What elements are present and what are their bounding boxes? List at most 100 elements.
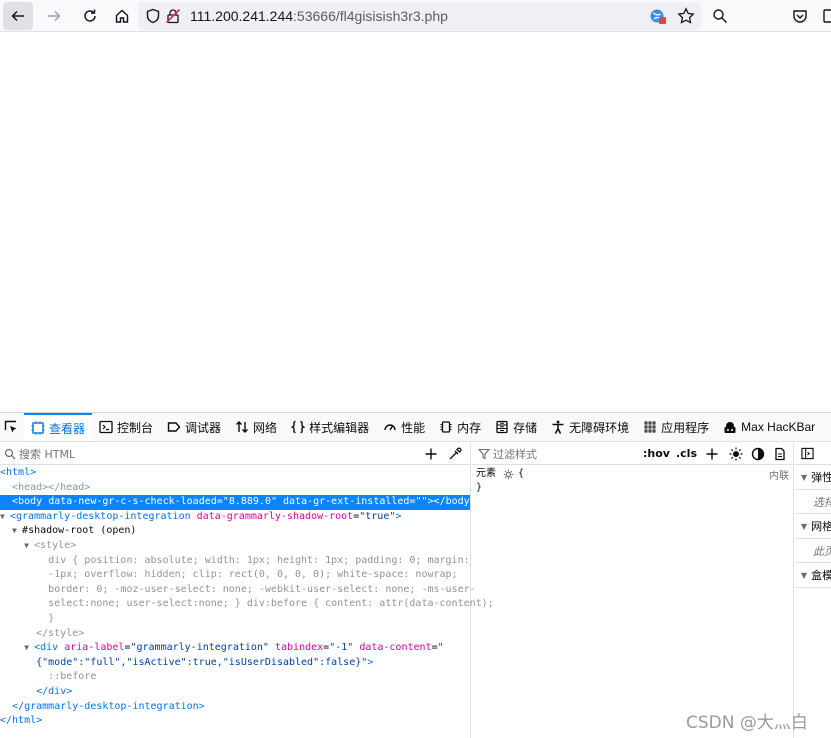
markup-search-row: 搜索 HTML xyxy=(0,443,470,465)
window-icon[interactable] xyxy=(822,8,831,24)
application-icon xyxy=(644,421,656,433)
search-icon xyxy=(4,448,16,459)
sidebar-toggle-icon[interactable] xyxy=(801,447,814,460)
markup-node[interactable]: -1px; overflow: hidden; clip: rect(0, 0,… xyxy=(0,568,470,583)
reload-icon xyxy=(84,9,96,22)
layout-section-header[interactable]: ▼ 盒模 xyxy=(795,563,831,588)
tab-label: 性能 xyxy=(401,420,426,435)
filter-icon xyxy=(478,448,490,459)
markup-node[interactable]: <html> xyxy=(0,466,470,481)
markup-tree: <html> <head></head> <body data-new-gr-c… xyxy=(0,465,494,729)
cls-toggle[interactable]: .cls xyxy=(676,447,697,460)
layout-section-body: 选择 xyxy=(795,490,831,514)
rule-open-brace: { xyxy=(518,468,525,479)
element-picker-button[interactable] xyxy=(0,413,24,441)
markup-node[interactable]: ▼ <div aria-label="grammarly-integration"… xyxy=(0,641,470,656)
chevron-down-icon: ▼ xyxy=(801,472,808,482)
layout-section-header[interactable]: ▼ 网格 xyxy=(795,514,831,539)
rule-source-label: 内联 xyxy=(769,471,789,482)
rule-close-brace: } xyxy=(476,482,483,493)
eyedropper-icon[interactable] xyxy=(448,447,462,461)
tab-label: 控制台 xyxy=(117,420,154,435)
insecure-lock-icon[interactable] xyxy=(164,7,182,25)
markup-node[interactable]: ▼ <grammarly-desktop-integration data-gra… xyxy=(0,510,470,525)
markup-node[interactable]: </style> xyxy=(0,627,470,642)
storage-icon xyxy=(496,420,508,434)
page-viewport xyxy=(0,33,831,412)
tab-label: Max HacKBar xyxy=(741,420,816,434)
tab-style-editor[interactable]: 样式编辑器 xyxy=(284,413,376,441)
markup-node[interactable]: </grammarly-desktop-integration> xyxy=(0,700,470,715)
back-button[interactable] xyxy=(3,1,33,30)
tab-network[interactable]: 网络 xyxy=(228,413,284,441)
markup-node[interactable]: select:none; user-select:none; } div:bef… xyxy=(0,597,494,612)
add-rule-icon[interactable] xyxy=(705,447,719,461)
chevron-down-icon: ▼ xyxy=(801,521,808,531)
markup-node[interactable]: </html> xyxy=(0,714,470,729)
layout-section-title: 盒模 xyxy=(811,569,831,582)
layout-section-header[interactable]: ▼ 弹性 xyxy=(795,465,831,490)
markup-node[interactable]: </div> xyxy=(0,685,470,700)
tab-accessibility[interactable]: 无障碍环境 xyxy=(544,413,636,441)
markup-node[interactable]: div { position: absolute; width: 1px; he… xyxy=(0,554,470,569)
rules-filter-input[interactable]: 过滤样式 xyxy=(493,446,537,462)
markup-node[interactable]: border: 0; -moz-user-select: none; -webk… xyxy=(0,583,475,598)
tracking-protection-shield-icon[interactable] xyxy=(144,7,162,25)
markup-node[interactable]: ▼ <style> xyxy=(0,539,470,554)
arrow-right-icon xyxy=(48,10,61,21)
markup-node[interactable]: <head></head> xyxy=(0,481,470,496)
inspector-icon xyxy=(31,421,45,435)
markup-node[interactable]: ▼ #shadow-root (open) xyxy=(0,524,470,539)
markup-node[interactable]: } xyxy=(0,612,470,627)
url-text[interactable]: 111.200.241.244:53666/fl4gisisish3r3.php xyxy=(190,8,448,24)
bookmark-star-icon[interactable] xyxy=(677,7,695,25)
rules-filter-row: 过滤样式 :hov .cls xyxy=(472,443,793,465)
layout-section-body: 此页 xyxy=(795,539,831,563)
watermark: CSDN @大灬白 xyxy=(686,713,808,733)
search-icon[interactable] xyxy=(712,8,728,24)
performance-icon xyxy=(384,424,396,431)
arrow-left-icon xyxy=(11,10,24,21)
markup-node-selected[interactable]: <body data-new-gr-c-s-check-loaded="8.88… xyxy=(0,495,476,510)
url-path: :53666/fl4gisisish3r3.php xyxy=(293,8,448,24)
tab-console[interactable]: 控制台 xyxy=(92,413,160,441)
markup-search-input[interactable]: 搜索 HTML xyxy=(19,446,75,462)
tab-debugger[interactable]: 调试器 xyxy=(160,413,228,441)
devtools-tab-bar: 查看器 控制台 调试器 网络 样式编辑器 性能 内存 存储 无障碍环境 应用程序 Max HacKB… xyxy=(0,413,831,442)
console-icon xyxy=(99,420,113,434)
accessibility-icon xyxy=(552,420,564,434)
markup-node[interactable]: {"mode":"full","isActive":true,"isUserDi… xyxy=(0,656,470,671)
url-bar[interactable]: 111.200.241.244:53666/fl4gisisish3r3.php xyxy=(138,2,701,30)
element-rule: 元素 { } 内联 xyxy=(472,465,793,495)
tab-inspector[interactable]: 查看器 xyxy=(24,413,93,441)
pocket-icon[interactable] xyxy=(792,8,808,24)
light-mode-icon[interactable] xyxy=(729,447,743,461)
chevron-down-icon: ▼ xyxy=(801,570,808,580)
tab-storage[interactable]: 存储 xyxy=(488,413,544,441)
tab-performance[interactable]: 性能 xyxy=(376,413,432,441)
tab-application[interactable]: 应用程序 xyxy=(636,413,716,441)
home-button[interactable] xyxy=(107,2,137,30)
style-editor-icon xyxy=(291,420,306,434)
reload-button[interactable] xyxy=(75,2,105,30)
markup-node[interactable]: ::before xyxy=(0,670,470,685)
rules-view: 过滤样式 :hov .cls 元素 { } 内联 xyxy=(472,443,794,738)
layout-section-title: 弹性 xyxy=(811,471,831,484)
tab-hackbar[interactable]: Max HacKBar xyxy=(716,413,822,441)
hov-toggle[interactable]: :hov xyxy=(643,447,670,460)
tab-memory[interactable]: 内存 xyxy=(432,413,488,441)
url-host: 111.200.241.244 xyxy=(190,8,294,24)
tab-label: 调试器 xyxy=(185,420,222,435)
add-node-icon[interactable] xyxy=(424,447,438,461)
tab-label: 无障碍环境 xyxy=(569,420,630,435)
element-rule-selector: 元素 xyxy=(476,468,496,479)
forward-button[interactable] xyxy=(39,2,69,30)
print-media-icon[interactable] xyxy=(773,447,787,461)
memory-icon xyxy=(440,421,452,433)
network-icon xyxy=(236,421,249,433)
dark-mode-icon[interactable] xyxy=(751,447,765,461)
tab-label: 存储 xyxy=(513,420,538,435)
gear-icon[interactable] xyxy=(503,469,514,480)
translate-icon[interactable] xyxy=(649,7,667,25)
tab-label: 网络 xyxy=(253,420,278,435)
